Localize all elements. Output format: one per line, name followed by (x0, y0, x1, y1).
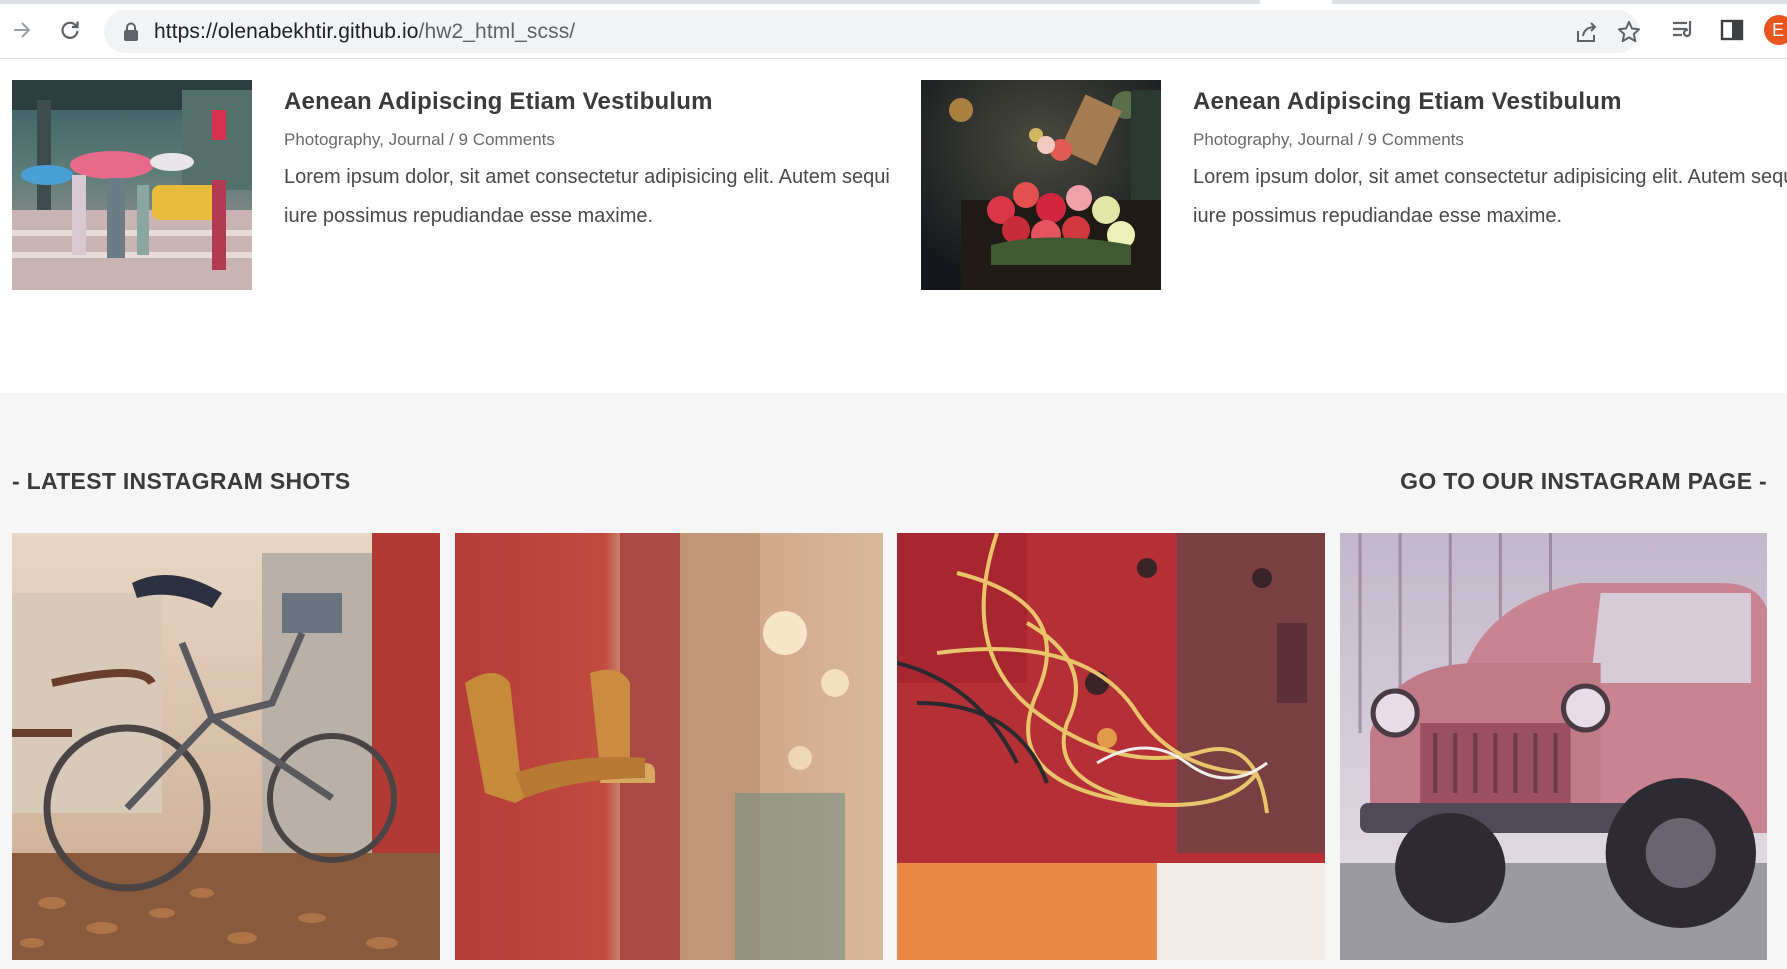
post-body: Aenean Adipiscing Etiam Vestibulum Photo… (284, 88, 904, 236)
profile-avatar[interactable]: E (1764, 15, 1787, 45)
post-thumbnail[interactable] (12, 80, 252, 290)
door-handle-photo (455, 533, 883, 960)
reload-icon[interactable] (54, 14, 86, 46)
browser-toolbar: https://olenabekhtir.github.io/hw2_html_… (0, 0, 1787, 59)
side-panel-icon[interactable] (1719, 17, 1745, 43)
instagram-shot[interactable] (455, 533, 883, 960)
forward-icon[interactable] (6, 14, 38, 46)
instagram-page-link[interactable]: GO TO OUR INSTAGRAM PAGE - (1400, 468, 1767, 495)
post-meta: Photography, Journal / 9 Comments (1193, 130, 1787, 150)
post-title[interactable]: Aenean Adipiscing Etiam Vestibulum (1193, 88, 1787, 116)
address-bar[interactable]: https://olenabekhtir.github.io/hw2_html_… (104, 10, 1642, 53)
post-thumbnail[interactable] (921, 80, 1161, 290)
post-meta: Photography, Journal / 9 Comments (284, 130, 904, 150)
tab-strip (0, 0, 1260, 4)
share-icon[interactable] (1574, 19, 1600, 45)
instagram-shot[interactable] (12, 533, 440, 960)
instagram-shot[interactable] (1340, 533, 1767, 960)
instagram-heading: - LATEST INSTAGRAM SHOTS (12, 468, 351, 494)
old-truck-photo (1340, 533, 1767, 960)
post-categories[interactable]: Photography, Journal (1193, 130, 1353, 149)
url-path: /hw2_html_scss/ (418, 20, 576, 43)
url-host: https://olenabekhtir.github.io (154, 20, 419, 43)
post-comments[interactable]: 9 Comments (459, 130, 555, 149)
bicycle-photo (12, 533, 440, 960)
post-excerpt: Lorem ipsum dolor, sit amet consectetur … (1193, 166, 1787, 227)
meta-separator: / (444, 130, 459, 149)
post-comments[interactable]: 9 Comments (1368, 130, 1464, 149)
rusty-wires-photo (897, 533, 1325, 960)
star-icon[interactable] (1616, 19, 1642, 45)
roses-cart-photo (921, 80, 1161, 290)
post-body: Aenean Adipiscing Etiam Vestibulum Photo… (1193, 88, 1787, 236)
lock-icon[interactable] (122, 22, 140, 42)
post-categories[interactable]: Photography, Journal (284, 130, 444, 149)
post-excerpt: Lorem ipsum dolor, sit amet consectetur … (284, 166, 890, 227)
url-text[interactable]: https://olenabekhtir.github.io/hw2_html_… (154, 20, 575, 44)
post-title[interactable]: Aenean Adipiscing Etiam Vestibulum (284, 88, 904, 116)
meta-separator: / (1353, 130, 1368, 149)
instagram-section: - LATEST INSTAGRAM SHOTS GO TO OUR INSTA… (0, 393, 1787, 969)
reading-list-icon[interactable] (1670, 17, 1696, 43)
blog-post: Aenean Adipiscing Etiam Vestibulum Photo… (921, 80, 1787, 290)
rainy-street-photo (12, 80, 252, 290)
instagram-shot[interactable] (897, 533, 1325, 960)
blog-post: Aenean Adipiscing Etiam Vestibulum Photo… (12, 80, 892, 290)
tab-strip (1332, 0, 1787, 4)
